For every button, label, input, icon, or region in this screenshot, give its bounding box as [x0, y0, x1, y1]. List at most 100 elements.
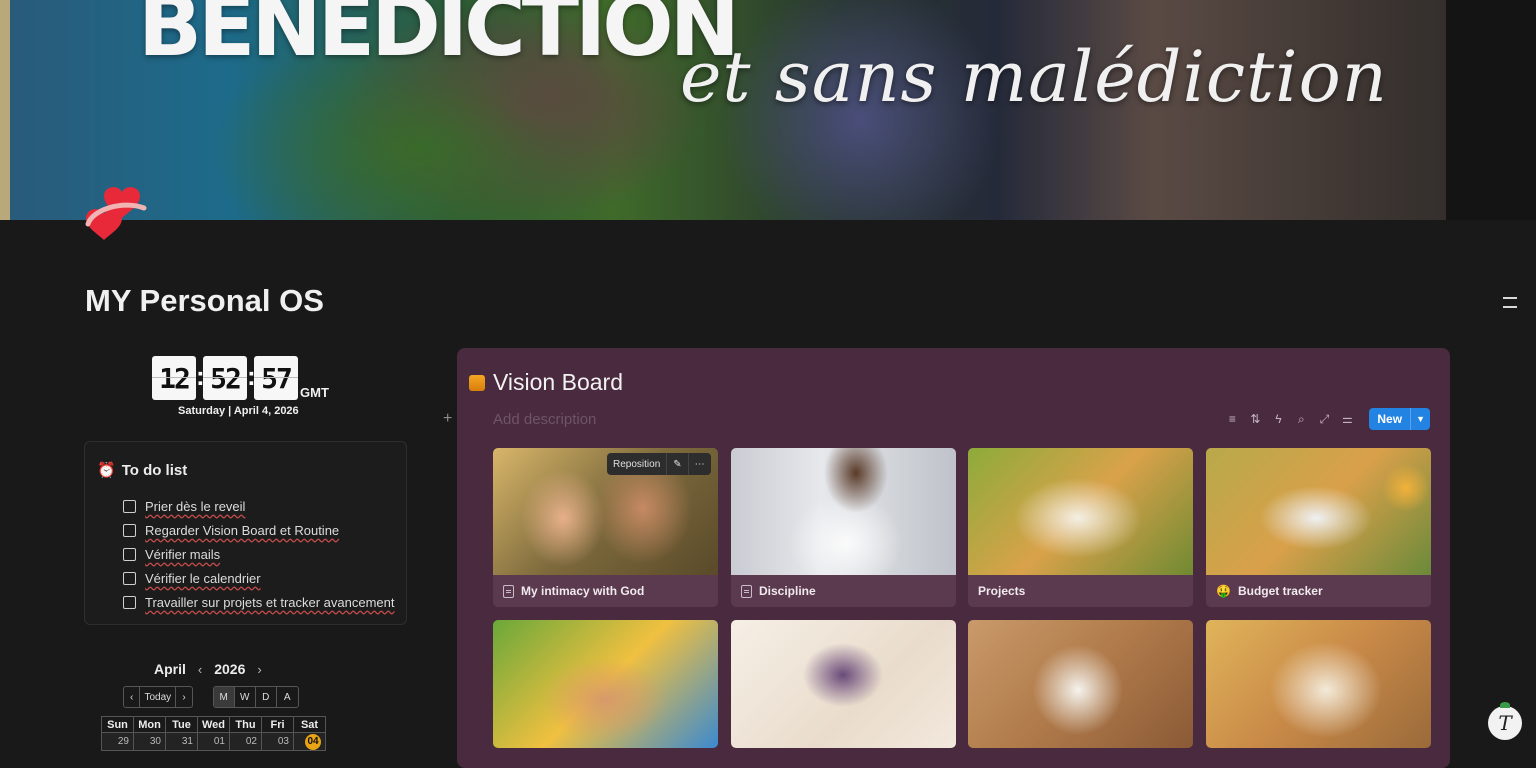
- prev-month-button[interactable]: ‹: [124, 687, 141, 707]
- collapse-toggle-icon[interactable]: [1503, 294, 1517, 310]
- clock-seconds: 57: [254, 356, 298, 400]
- chevron-down-icon[interactable]: ▼: [1410, 408, 1430, 430]
- card-title: Projects: [978, 584, 1026, 598]
- todo-item-label: Regarder Vision Board et Routine: [145, 522, 340, 538]
- todo-item[interactable]: Regarder Vision Board et Routine: [123, 518, 395, 542]
- gallery-card-image[interactable]: [968, 620, 1193, 748]
- todo-item[interactable]: Prier dès le reveil: [123, 494, 395, 518]
- expand-icon[interactable]: ⤢: [1317, 412, 1331, 426]
- settings-sliders-icon[interactable]: ⚌: [1340, 412, 1354, 426]
- weekday-header: Wed: [197, 716, 230, 733]
- money-face-icon: 🤑: [1216, 584, 1231, 598]
- cover-title: BENEDICTION: [138, 0, 740, 75]
- gallery-card[interactable]: Discipline: [731, 448, 956, 607]
- prev-year-icon[interactable]: ‹: [198, 662, 202, 677]
- weekday-header: Sun: [101, 716, 134, 733]
- card-cover-image: [731, 448, 956, 575]
- gallery-card-image[interactable]: [731, 620, 956, 748]
- calendar-controls: ‹ Today › M W D A: [123, 686, 299, 708]
- clock-hours: 12: [152, 356, 196, 400]
- flip-clock: 12 : 52 : 57 GMT: [152, 356, 329, 400]
- calendar-header: April ‹ 2026 ›: [154, 661, 274, 677]
- checkbox[interactable]: [123, 595, 136, 609]
- hearts-icon[interactable]: [82, 184, 152, 250]
- gallery-card-image[interactable]: [1206, 620, 1431, 748]
- checkbox[interactable]: [123, 571, 136, 585]
- edit-pencil-icon[interactable]: ✎: [667, 453, 689, 475]
- weekday-header: Sat: [293, 716, 326, 733]
- next-month-button[interactable]: ›: [176, 687, 191, 707]
- todo-header: ⏰ To do list: [97, 461, 188, 480]
- add-block-icon[interactable]: +: [443, 410, 452, 430]
- help-avatar-icon[interactable]: T: [1488, 702, 1522, 740]
- orange-square-icon: [469, 374, 485, 391]
- vision-board-title[interactable]: Vision Board: [493, 369, 623, 396]
- sort-icon[interactable]: ⇅: [1248, 412, 1262, 426]
- todo-item[interactable]: Vérifier mails: [123, 542, 395, 566]
- new-button-label[interactable]: New: [1369, 408, 1410, 430]
- alarm-clock-icon: ⏰: [97, 462, 116, 479]
- vision-board-header: Vision Board: [469, 369, 623, 396]
- todo-list: Prier dès le reveil Regarder Vision Boar…: [123, 494, 395, 614]
- database-toolbar: ≡ ⇅ ϟ ⌕ ⤢ ⚌ New ▼: [1225, 408, 1430, 430]
- calendar-day[interactable]: 30: [133, 732, 166, 751]
- checkbox[interactable]: [123, 547, 136, 561]
- cover-frame: [0, 0, 10, 220]
- cover-image[interactable]: BENEDICTION et sans malédiction: [0, 0, 1536, 220]
- clock-date: Saturday | April 4, 2026: [178, 405, 299, 417]
- weekday-header: Tue: [165, 716, 198, 733]
- cover-subtitle: et sans malédiction: [680, 36, 1388, 118]
- weekday-header: Thu: [229, 716, 262, 733]
- view-agenda-button[interactable]: A: [277, 687, 298, 707]
- calendar-day[interactable]: 31: [165, 732, 198, 751]
- description-placeholder[interactable]: Add description: [493, 411, 596, 428]
- new-button[interactable]: New ▼: [1369, 408, 1430, 430]
- card-title: Discipline: [759, 584, 816, 598]
- today-marker: 04: [305, 733, 321, 750]
- gallery-card-image[interactable]: [493, 620, 718, 748]
- todo-item-label: Vérifier le calendrier: [145, 570, 261, 586]
- calendar-grid: Sun Mon Tue Wed Thu Fri Sat 29 30 31 01 …: [101, 716, 326, 751]
- page-icon: [741, 584, 752, 598]
- calendar-year: 2026: [214, 661, 246, 677]
- calendar-month: April: [154, 661, 186, 677]
- automation-icon[interactable]: ϟ: [1271, 412, 1285, 426]
- view-week-button[interactable]: W: [235, 687, 256, 707]
- todo-item-label: Vérifier mails: [145, 546, 221, 562]
- page-title: MY Personal OS: [85, 283, 324, 318]
- search-icon[interactable]: ⌕: [1294, 412, 1308, 426]
- checkbox[interactable]: [123, 499, 136, 513]
- calendar-day[interactable]: 29: [101, 732, 134, 751]
- card-caption: Projects: [968, 575, 1193, 607]
- calendar-view-group: M W D A: [212, 686, 299, 708]
- todo-item-label: Travailler sur projets et tracker avance…: [145, 594, 395, 610]
- card-cover-image: [968, 448, 1193, 575]
- gallery-card[interactable]: 🤑 Budget tracker: [1206, 448, 1431, 607]
- card-caption: Discipline: [731, 575, 956, 607]
- cover-dark-edge: [1446, 0, 1536, 220]
- next-year-icon[interactable]: ›: [257, 662, 261, 677]
- view-day-button[interactable]: D: [256, 687, 277, 707]
- card-caption: My intimacy with God: [493, 575, 718, 607]
- checkbox[interactable]: [123, 523, 136, 537]
- today-button[interactable]: Today: [140, 687, 177, 707]
- clock-minutes: 52: [203, 356, 247, 400]
- card-cover-image: [1206, 448, 1431, 575]
- more-options-icon[interactable]: ⋯: [689, 453, 711, 475]
- clock-colon: :: [247, 361, 256, 391]
- todo-item[interactable]: Vérifier le calendrier: [123, 566, 395, 590]
- calendar-day[interactable]: 02: [229, 732, 262, 751]
- filter-icon[interactable]: ≡: [1225, 412, 1239, 426]
- gallery-card[interactable]: Projects: [968, 448, 1193, 607]
- calendar-day-today[interactable]: 04: [293, 732, 326, 751]
- clock-timezone: GMT: [300, 385, 329, 400]
- todo-item[interactable]: Travailler sur projets et tracker avance…: [123, 590, 395, 614]
- card-title: My intimacy with God: [521, 584, 645, 598]
- todo-callout: ⏰ To do list Prier dès le reveil Regarde…: [84, 441, 407, 625]
- calendar-day[interactable]: 03: [261, 732, 294, 751]
- page-icon: [503, 584, 514, 598]
- calendar-day[interactable]: 01: [197, 732, 230, 751]
- view-month-button[interactable]: M: [213, 687, 235, 707]
- todo-title: To do list: [121, 461, 188, 479]
- reposition-button[interactable]: Reposition: [607, 453, 668, 475]
